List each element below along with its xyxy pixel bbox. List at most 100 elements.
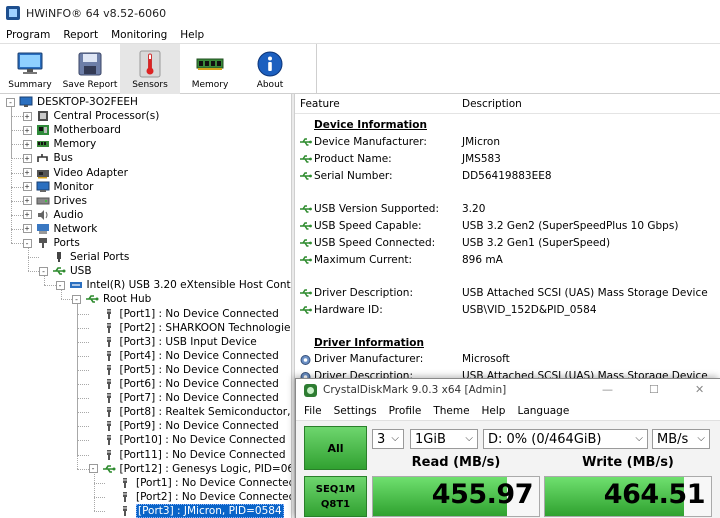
- tree-node[interactable]: + Monitor: [22, 180, 93, 194]
- drive-select[interactable]: D: 0% (0/464GiB) ⌵: [483, 429, 648, 449]
- menu-report[interactable]: Report: [63, 29, 98, 41]
- detail-feature: USB Speed Connected:: [314, 237, 436, 249]
- summary-button[interactable]: Summary: [0, 44, 60, 94]
- tree-connector-line: [11, 107, 12, 243]
- maximize-icon[interactable]: ☐: [649, 383, 659, 396]
- expand-icon[interactable]: +: [22, 224, 32, 234]
- expand-icon[interactable]: +: [22, 153, 32, 163]
- expand-icon[interactable]: +: [22, 168, 32, 177]
- tree-node-label: Central Processor(s): [53, 110, 160, 123]
- tree-node[interactable]: [Port4] : No Device Connected: [89, 349, 279, 363]
- menu-monitoring[interactable]: Monitoring: [111, 29, 167, 41]
- tree-node[interactable]: - [Port12] : Genesys Logic, PID=062: [88, 462, 291, 476]
- detail-feature: Device Information: [314, 119, 427, 131]
- detail-section-header[interactable]: Device Information: [295, 117, 720, 133]
- cdm-menu-help[interactable]: Help: [482, 405, 506, 417]
- detail-row[interactable]: Driver Manufacturer: Microsoft: [295, 351, 720, 367]
- seq1m-q8t1-button[interactable]: SEQ1M Q8T1: [304, 476, 367, 517]
- detail-row[interactable]: Product Name: JMS583: [295, 151, 720, 167]
- tree-node[interactable]: - USB: [39, 264, 92, 278]
- tree-node[interactable]: [Port7] : No Device Connected: [89, 391, 279, 405]
- menu-help[interactable]: Help: [180, 29, 204, 41]
- usb-port-icon: [102, 364, 116, 376]
- expand-icon[interactable]: +: [22, 139, 32, 149]
- close-icon[interactable]: ✕: [695, 383, 704, 396]
- thermometer-icon: [135, 50, 165, 78]
- expand-icon[interactable]: +: [22, 182, 32, 192]
- detail-row[interactable]: Hardware ID: USB\VID_152D&PID_0584: [295, 302, 720, 318]
- tree-node[interactable]: [Port5] : No Device Connected: [89, 363, 279, 377]
- expand-icon[interactable]: +: [22, 196, 32, 206]
- tree-node[interactable]: [Port1] : No Device Connected: [105, 476, 291, 490]
- collapse-icon[interactable]: -: [55, 280, 65, 290]
- collapse-icon[interactable]: -: [6, 97, 15, 107]
- collapse-icon[interactable]: -: [39, 266, 48, 276]
- detail-row[interactable]: Serial Number: DD56419883EE8: [295, 168, 720, 184]
- tree-node[interactable]: - Intel(R) USB 3.20 eXtensible Host Contr…: [55, 278, 291, 292]
- expand-icon[interactable]: +: [22, 111, 32, 121]
- all-button[interactable]: All: [304, 426, 367, 470]
- sensors-button[interactable]: Sensors: [120, 44, 180, 94]
- description-column-header[interactable]: Description: [462, 98, 522, 110]
- tree-node[interactable]: + Video Adapter: [22, 166, 128, 180]
- device-tree[interactable]: - DESKTOP-3O2FEEH + Central Processor(s) + Mo…: [0, 94, 291, 518]
- detail-row[interactable]: Maximum Current: 896 mA: [295, 252, 720, 268]
- cdm-menu-profile[interactable]: Profile: [389, 405, 422, 417]
- feature-column-header[interactable]: Feature: [300, 98, 340, 110]
- memory-label: Memory: [191, 80, 229, 90]
- tree-node[interactable]: [Port1] : No Device Connected: [89, 307, 279, 321]
- usb-port-icon: [118, 491, 132, 503]
- tree-node[interactable]: + Memory: [22, 137, 96, 151]
- unit-select[interactable]: MB/s ⌵: [652, 429, 710, 449]
- memory-button[interactable]: Memory: [180, 44, 240, 94]
- tree-node[interactable]: [Port8] : Realtek Semiconductor, F: [89, 405, 291, 419]
- port-icon: [36, 237, 50, 249]
- tree-node[interactable]: [Port11] : No Device Connected: [89, 448, 286, 462]
- summary-label: Summary: [8, 80, 52, 90]
- detail-section-header[interactable]: Driver Information: [295, 335, 720, 351]
- cdm-menu-file[interactable]: File: [304, 405, 322, 417]
- tree-node[interactable]: [Port2] : No Device Connected: [105, 490, 291, 504]
- detail-row[interactable]: USB Speed Capable: USB 3.2 Gen2 (SuperSpe…: [295, 218, 720, 234]
- tree-node[interactable]: [Port3] : JMicron, PID=0584: [105, 503, 284, 518]
- tree-node[interactable]: - Root Hub: [72, 292, 151, 306]
- tree-node[interactable]: + Drives: [22, 194, 87, 208]
- cdm-menu-language[interactable]: Language: [517, 405, 569, 417]
- expand-icon[interactable]: +: [22, 210, 32, 220]
- size-select[interactable]: 1GiB ⌵: [410, 429, 478, 449]
- detail-row[interactable]: Driver Description: USB Attached SCSI (UA…: [295, 285, 720, 301]
- tree-node[interactable]: Serial Ports: [39, 250, 129, 264]
- tree-node[interactable]: [Port6] : No Device Connected: [89, 377, 279, 391]
- detail-row[interactable]: Device Manufacturer: JMicron: [295, 134, 720, 150]
- cdm-title-bar: CrystalDiskMark 9.0.3 x64 [Admin] — ☐ ✕: [296, 379, 720, 401]
- about-button[interactable]: About: [240, 44, 300, 94]
- expand-icon[interactable]: +: [22, 125, 32, 135]
- tree-node-label: Drives: [53, 194, 87, 207]
- tree-node[interactable]: [Port2] : SHARKOON Technologies: [89, 321, 291, 335]
- save-report-button[interactable]: Save Report: [60, 44, 120, 94]
- tree-node[interactable]: + Network: [22, 222, 97, 236]
- count-select[interactable]: 3 ⌵: [372, 429, 404, 449]
- collapse-icon[interactable]: -: [22, 238, 32, 248]
- tree-node[interactable]: + Audio: [22, 208, 83, 222]
- tree-node[interactable]: + Motherboard: [22, 123, 121, 137]
- tree-node[interactable]: + Bus: [22, 151, 73, 165]
- tree-node[interactable]: [Port3] : USB Input Device: [89, 335, 257, 349]
- cdm-menu-theme[interactable]: Theme: [433, 405, 469, 417]
- detail-row[interactable]: USB Speed Connected: USB 3.2 Gen1 (SuperS…: [295, 235, 720, 251]
- menu-program[interactable]: Program: [6, 29, 50, 41]
- detail-row[interactable]: USB Version Supported: 3.20: [295, 201, 720, 217]
- tree-node-label: [Port9] : No Device Connected: [119, 420, 279, 433]
- tree-node[interactable]: - DESKTOP-3O2FEEH: [6, 95, 138, 109]
- cdm-menu-settings[interactable]: Settings: [334, 405, 377, 417]
- monitor-icon: [36, 181, 50, 193]
- tree-node-label: [Port6] : No Device Connected: [119, 378, 279, 390]
- collapse-icon[interactable]: -: [72, 294, 81, 304]
- tree-node[interactable]: + Central Processor(s): [22, 109, 160, 123]
- minimize-icon[interactable]: —: [602, 383, 613, 396]
- collapse-icon[interactable]: -: [88, 464, 98, 474]
- usb-icon: [299, 255, 312, 265]
- tree-node[interactable]: - Ports: [22, 236, 80, 250]
- tree-node[interactable]: [Port10] : No Device Connected: [89, 433, 286, 447]
- tree-node[interactable]: [Port9] : No Device Connected: [89, 419, 279, 433]
